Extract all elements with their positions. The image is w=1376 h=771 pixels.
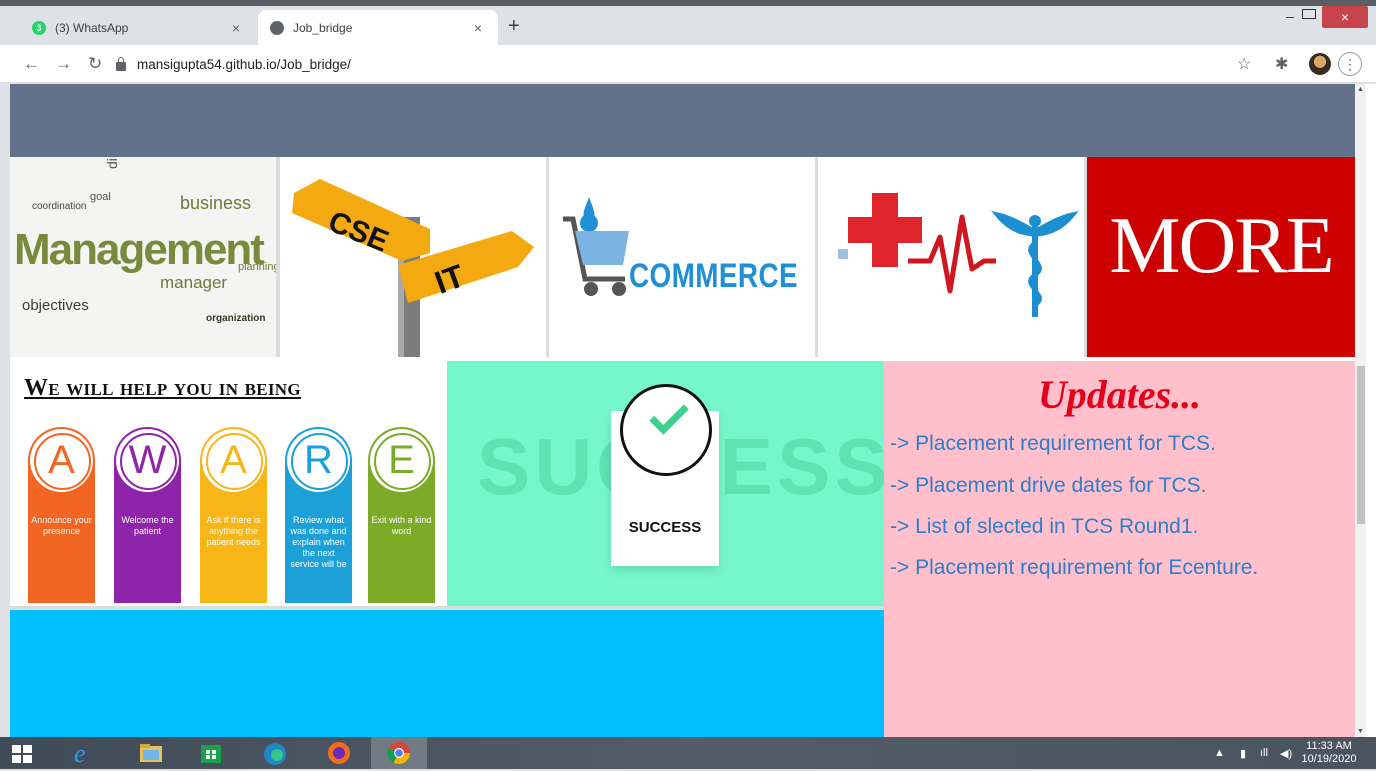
update-link[interactable]: -> Placement requirement for TCS. — [890, 431, 1216, 456]
extensions-icon[interactable]: ✱ — [1275, 54, 1288, 74]
aware-item-text: Welcome the patient — [121, 515, 174, 536]
aware-item-welcome: W Welcome the patient — [114, 427, 181, 603]
aware-item-review: R Review what was done and explain when … — [285, 427, 352, 603]
word-objectives: objectives — [22, 297, 89, 314]
site-header — [10, 84, 1355, 157]
aware-item-announce: A Announce your presence — [28, 427, 95, 603]
update-link[interactable]: -> Placement drive dates for TCS. — [890, 473, 1207, 498]
address-bar[interactable]: mansigupta54.github.io/Job_bridge/ — [116, 51, 1220, 77]
file-explorer-icon[interactable] — [138, 740, 164, 766]
chrome-icon[interactable] — [386, 740, 412, 766]
reload-icon[interactable]: ↻ — [88, 54, 102, 74]
lock-icon — [116, 56, 126, 71]
success-label: SUCCESS — [628, 519, 702, 536]
management-card[interactable]: Management business objectives manager d… — [10, 157, 276, 357]
browser-toolbar: ← → ↻ mansigupta54.github.io/Job_bridge/… — [0, 45, 1376, 83]
internet-explorer-icon[interactable]: e — [71, 739, 97, 768]
word-organization: organization — [206, 313, 266, 324]
clock-time: 11:33 AM — [1306, 740, 1352, 752]
updates-panel: Updates... -> Placement requirement for … — [884, 361, 1355, 737]
back-icon[interactable]: ← — [23, 54, 40, 74]
checkmark-icon — [620, 384, 712, 476]
page-viewport: Management business objectives manager d… — [10, 84, 1355, 737]
aware-item-text: Review what was done and explain when th… — [290, 515, 347, 569]
category-row: Management business objectives manager d… — [10, 157, 1355, 357]
scroll-down-icon[interactable]: ▼ — [1357, 728, 1364, 735]
show-hidden-icons-icon[interactable]: ▲ — [1214, 747, 1225, 759]
page-scrollbar[interactable]: ▲ ▼ — [1355, 84, 1366, 737]
firefox-icon[interactable] — [326, 740, 352, 766]
globe-icon — [270, 20, 284, 35]
cse-it-card[interactable]: CSE IT — [280, 157, 546, 357]
aware-title: We will help you in being — [24, 375, 301, 401]
aware-panel: We will help you in being A Announce you… — [10, 361, 447, 606]
aware-letter-circle: A — [202, 429, 265, 492]
update-link[interactable]: -> Placement requirement for Ecenture. — [890, 555, 1352, 580]
word-director: director — [104, 157, 120, 169]
browser-menu-icon[interactable]: ⋮ — [1338, 52, 1362, 76]
aware-letter: A — [48, 438, 75, 482]
medical-symbols-icon — [838, 193, 1080, 317]
word-planning: planning — [238, 261, 276, 273]
update-link[interactable]: -> List of slected in TCS Round1. — [890, 514, 1198, 539]
svg-text:e: e — [74, 740, 86, 766]
close-tab-icon[interactable]: × — [470, 20, 486, 36]
restore-icon[interactable] — [1302, 9, 1316, 19]
updates-title: Updates... — [1037, 372, 1202, 417]
aware-letter-circle: A — [30, 429, 93, 492]
tab-job-bridge[interactable]: Job_bridge × — [258, 10, 498, 45]
word-coordination: coordination — [32, 201, 87, 212]
aware-letter-circle: E — [370, 429, 433, 492]
clock-date: 10/19/2020 — [1301, 753, 1357, 765]
medical-card[interactable] — [818, 157, 1084, 357]
aware-item-text: Exit with a kind word — [371, 515, 432, 536]
close-tab-icon[interactable]: × — [228, 20, 244, 36]
whatsapp-icon: 3 — [32, 20, 46, 35]
volume-icon[interactable]: ◀) — [1280, 747, 1292, 760]
profile-avatar[interactable] — [1309, 53, 1331, 75]
url-text: mansigupta54.github.io/Job_bridge/ — [137, 56, 351, 72]
word-goal: goal — [90, 191, 111, 203]
signpost-illustration — [292, 179, 534, 357]
edge-icon[interactable] — [262, 740, 288, 766]
word-business: business — [180, 193, 252, 213]
bookmark-star-icon[interactable]: ☆ — [1237, 54, 1251, 74]
commerce-card[interactable]: COMMERCE — [549, 157, 815, 357]
forward-icon[interactable]: → — [55, 54, 72, 74]
success-panel: SUCCESS SUCCESS — [447, 361, 884, 606]
tab-title: Job_bridge — [293, 20, 353, 35]
battery-icon[interactable]: ▮ — [1240, 747, 1246, 760]
aware-letter: A — [220, 438, 247, 482]
tab-strip: 3 (3) WhatsApp × Job_bridge × + – × — [0, 0, 1376, 45]
scrollbar-thumb[interactable] — [1357, 366, 1365, 524]
aware-item-text: Announce your presence — [31, 515, 92, 536]
commerce-label: COMMERCE — [629, 257, 799, 295]
more-label: MORE — [1109, 202, 1334, 290]
new-tab-button[interactable]: + — [508, 16, 520, 36]
scroll-up-icon[interactable]: ▲ — [1357, 86, 1364, 93]
window-close-button[interactable]: × — [1322, 6, 1368, 28]
store-icon[interactable] — [198, 740, 224, 766]
aware-letter: E — [388, 438, 415, 482]
system-clock[interactable]: 11:33 AM 10/19/2020 — [1301, 740, 1357, 766]
word-management: Management — [14, 225, 265, 274]
window-edge — [1366, 84, 1376, 737]
taskbar: e ▲ ▮ ıll ◀) 11:33 AM 10/19/2020 — [0, 737, 1376, 769]
footer-band — [10, 610, 884, 737]
aware-letter-circle: W — [116, 429, 179, 492]
aware-letter: W — [128, 438, 167, 482]
aware-letter-circle: R — [287, 429, 350, 492]
network-icon[interactable]: ıll — [1260, 747, 1268, 759]
aware-item-text: Ask if there is anything the patient nee… — [206, 515, 261, 547]
aware-letter: R — [304, 438, 333, 482]
windows-start-icon[interactable] — [12, 745, 32, 763]
aware-item-ask: A Ask if there is anything the patient n… — [200, 427, 267, 603]
aware-item-exit: E Exit with a kind word — [368, 427, 435, 603]
more-card[interactable]: MORE — [1087, 157, 1355, 357]
tab-whatsapp[interactable]: 3 (3) WhatsApp × — [20, 10, 256, 45]
word-manager: manager — [160, 273, 228, 292]
tab-title: (3) WhatsApp — [55, 20, 129, 35]
